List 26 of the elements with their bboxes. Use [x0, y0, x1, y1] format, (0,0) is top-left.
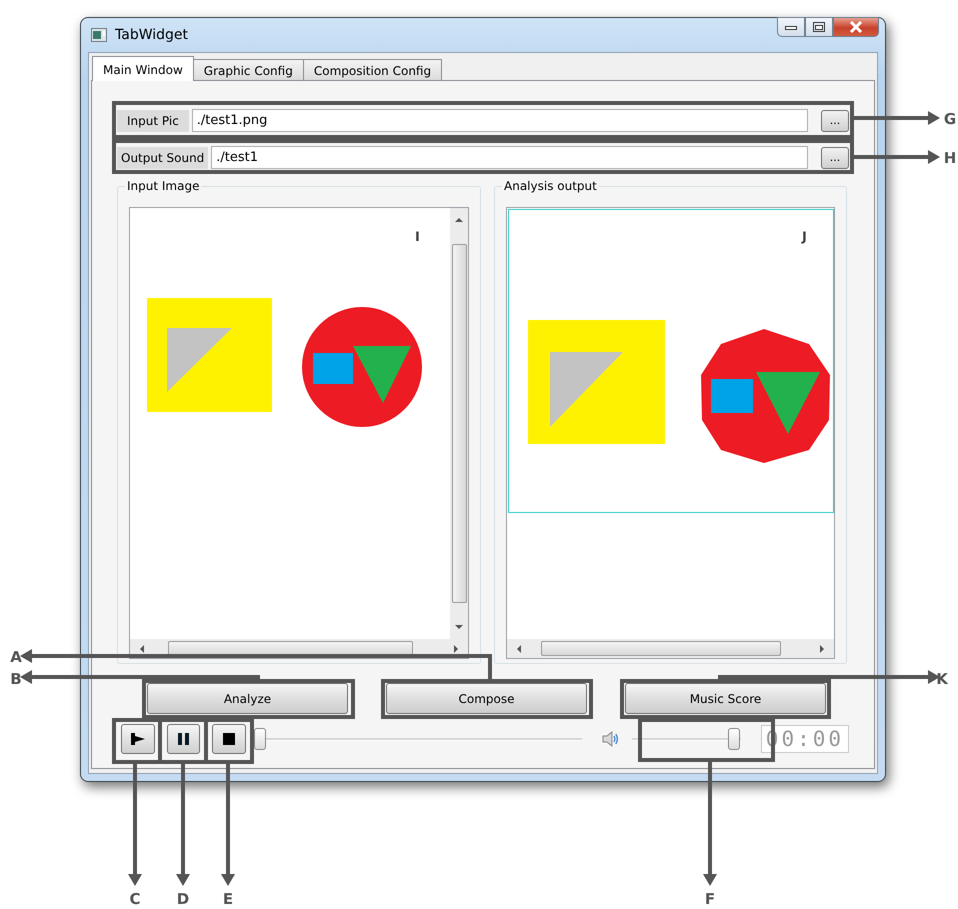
image-letter: J [802, 230, 807, 245]
callout-letter: G [944, 110, 956, 128]
callout-letter: B [10, 670, 22, 688]
tab[interactable]: Graphic Config [192, 59, 304, 80]
action-button[interactable]: Analyze [147, 683, 348, 714]
group-title: Analysis output [502, 179, 599, 193]
callout-letter: A [10, 648, 22, 666]
browse-button[interactable]: ... [821, 110, 849, 132]
field-label: Input Pic [117, 110, 189, 132]
path-field[interactable]: ./test1.png [192, 109, 808, 132]
field-label: Output Sound [117, 146, 208, 168]
callout-letter: D [176, 890, 190, 908]
path-field[interactable]: ./test1 [211, 146, 808, 169]
callout-letter: K [936, 670, 948, 688]
image-letter: I [415, 230, 420, 245]
group-title: Input Image [125, 179, 202, 193]
callout-letter: F [704, 890, 716, 908]
window-title: TabWidget [115, 27, 188, 43]
callout-letter: H [944, 149, 956, 167]
tab[interactable]: Composition Config [302, 59, 442, 80]
callout-letter: E [222, 890, 234, 908]
tab[interactable]: Main Window [92, 56, 194, 81]
callout-letter: C [130, 890, 140, 908]
action-button[interactable]: Compose [386, 683, 587, 714]
action-button[interactable]: Music Score [625, 683, 826, 714]
browse-button[interactable]: ... [821, 146, 849, 168]
